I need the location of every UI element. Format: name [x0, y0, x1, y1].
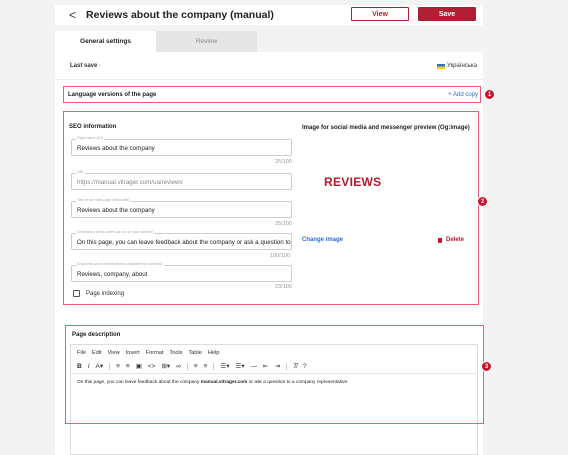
- last-save: Last save -: [70, 63, 101, 69]
- og-image-preview: REVIEWS: [324, 175, 382, 189]
- description-counter: 100/100: [270, 253, 290, 259]
- page-name-counter: 25/100: [275, 159, 292, 165]
- annotation-badge-1: 1: [484, 89, 495, 100]
- meta-title-value: Reviews about the company: [77, 207, 155, 214]
- header-bar: < Reviews about the company (manual) Vie…: [55, 5, 483, 25]
- page-indexing-row[interactable]: Page indexing: [73, 290, 124, 297]
- meta-title-field[interactable]: Title of the main page (Meta-title) Revi…: [71, 198, 292, 218]
- url-label: URL: [76, 170, 86, 174]
- language-versions-section: Language versions of the page + Add copy: [63, 86, 481, 103]
- back-arrow-icon[interactable]: <: [69, 8, 76, 22]
- page-title: Reviews about the company (manual): [86, 9, 274, 21]
- last-save-value: -: [99, 63, 102, 69]
- language-versions-label: Language versions of the page: [68, 91, 157, 98]
- language-label: Українська: [446, 63, 477, 69]
- view-button[interactable]: View: [351, 7, 409, 21]
- page: < Reviews about the company (manual) Vie…: [0, 0, 568, 455]
- page-name-label: Page name (H1): [76, 136, 105, 140]
- og-image-title: Image for social media and messenger pre…: [302, 125, 470, 131]
- annotation-badge-3: 3: [481, 361, 492, 372]
- last-save-label: Last save: [70, 63, 98, 69]
- keywords-label: Keywords (word combinations separated by…: [76, 262, 164, 266]
- trash-icon: [438, 237, 442, 243]
- keywords-value: Reviews, company, about: [77, 271, 148, 278]
- annotation-badge-2: 2: [477, 196, 488, 207]
- keywords-field[interactable]: Keywords (word combinations separated by…: [71, 262, 292, 282]
- keywords-counter: 23/100: [275, 284, 292, 290]
- seo-title: SEO information: [69, 124, 117, 130]
- tab-review[interactable]: Review: [156, 31, 257, 52]
- page-indexing-checkbox[interactable]: [73, 290, 80, 297]
- description-field[interactable]: Description (what users can do on your w…: [71, 230, 292, 250]
- page-indexing-label: Page indexing: [86, 290, 125, 297]
- meta-title-counter: 25/100: [275, 221, 292, 227]
- seo-section: SEO information Page name (H1) Reviews a…: [63, 111, 479, 305]
- add-copy-link[interactable]: + Add copy: [448, 92, 478, 98]
- divider: [55, 79, 483, 80]
- page-name-field[interactable]: Page name (H1) Reviews about the company: [71, 136, 292, 156]
- change-image-link[interactable]: Change image: [302, 237, 343, 243]
- meta-title-label: Title of the main page (Meta-title): [76, 198, 131, 202]
- url-field[interactable]: URL https://manual.vitrager.com/ua/revie…: [71, 170, 292, 190]
- tab-bar: General settings Review: [55, 31, 257, 52]
- save-button[interactable]: Save: [418, 7, 476, 21]
- delete-label: Delete: [446, 237, 465, 243]
- tab-general-settings[interactable]: General settings: [55, 31, 156, 52]
- url-value: https://manual.vitrager.com/ua/reviews: [77, 179, 183, 186]
- delete-image-button[interactable]: Delete: [438, 237, 464, 243]
- description-value: On this page, you can leave feedback abo…: [77, 239, 291, 246]
- ukraine-flag-icon: [436, 63, 445, 69]
- language-selector[interactable]: Українська: [436, 63, 477, 69]
- description-highlight: [65, 325, 484, 424]
- page-name-value: Reviews about the company: [77, 145, 155, 152]
- description-label: Description (what users can do on your w…: [76, 230, 155, 234]
